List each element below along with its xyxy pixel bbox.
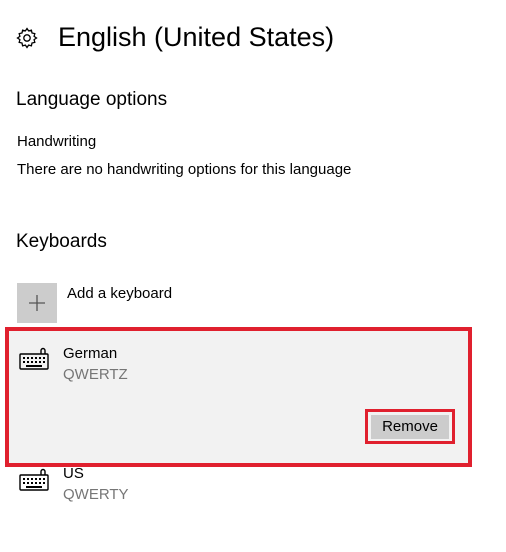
keyboard-icon <box>18 347 50 376</box>
plus-icon <box>29 295 45 311</box>
page-title: English (United States) <box>58 22 335 52</box>
remove-button-highlight: Remove <box>365 409 455 444</box>
keyboards-heading: Keyboards <box>16 231 107 252</box>
keyboard-layout: QWERTZ <box>63 366 128 383</box>
remove-button[interactable]: Remove <box>371 414 449 439</box>
keyboard-layout: QWERTY <box>63 486 129 503</box>
language-options-heading: Language options <box>16 89 168 110</box>
keyboard-name[interactable]: US <box>63 464 84 484</box>
add-keyboard-label[interactable]: Add a keyboard <box>67 284 172 304</box>
keyboard-name: German <box>63 345 118 362</box>
keyboard-icon <box>18 468 50 497</box>
add-keyboard-button[interactable] <box>17 283 57 323</box>
handwriting-note: There are no handwriting options for thi… <box>17 161 352 178</box>
handwriting-label: Handwriting <box>17 133 97 150</box>
gear-icon <box>15 26 39 50</box>
